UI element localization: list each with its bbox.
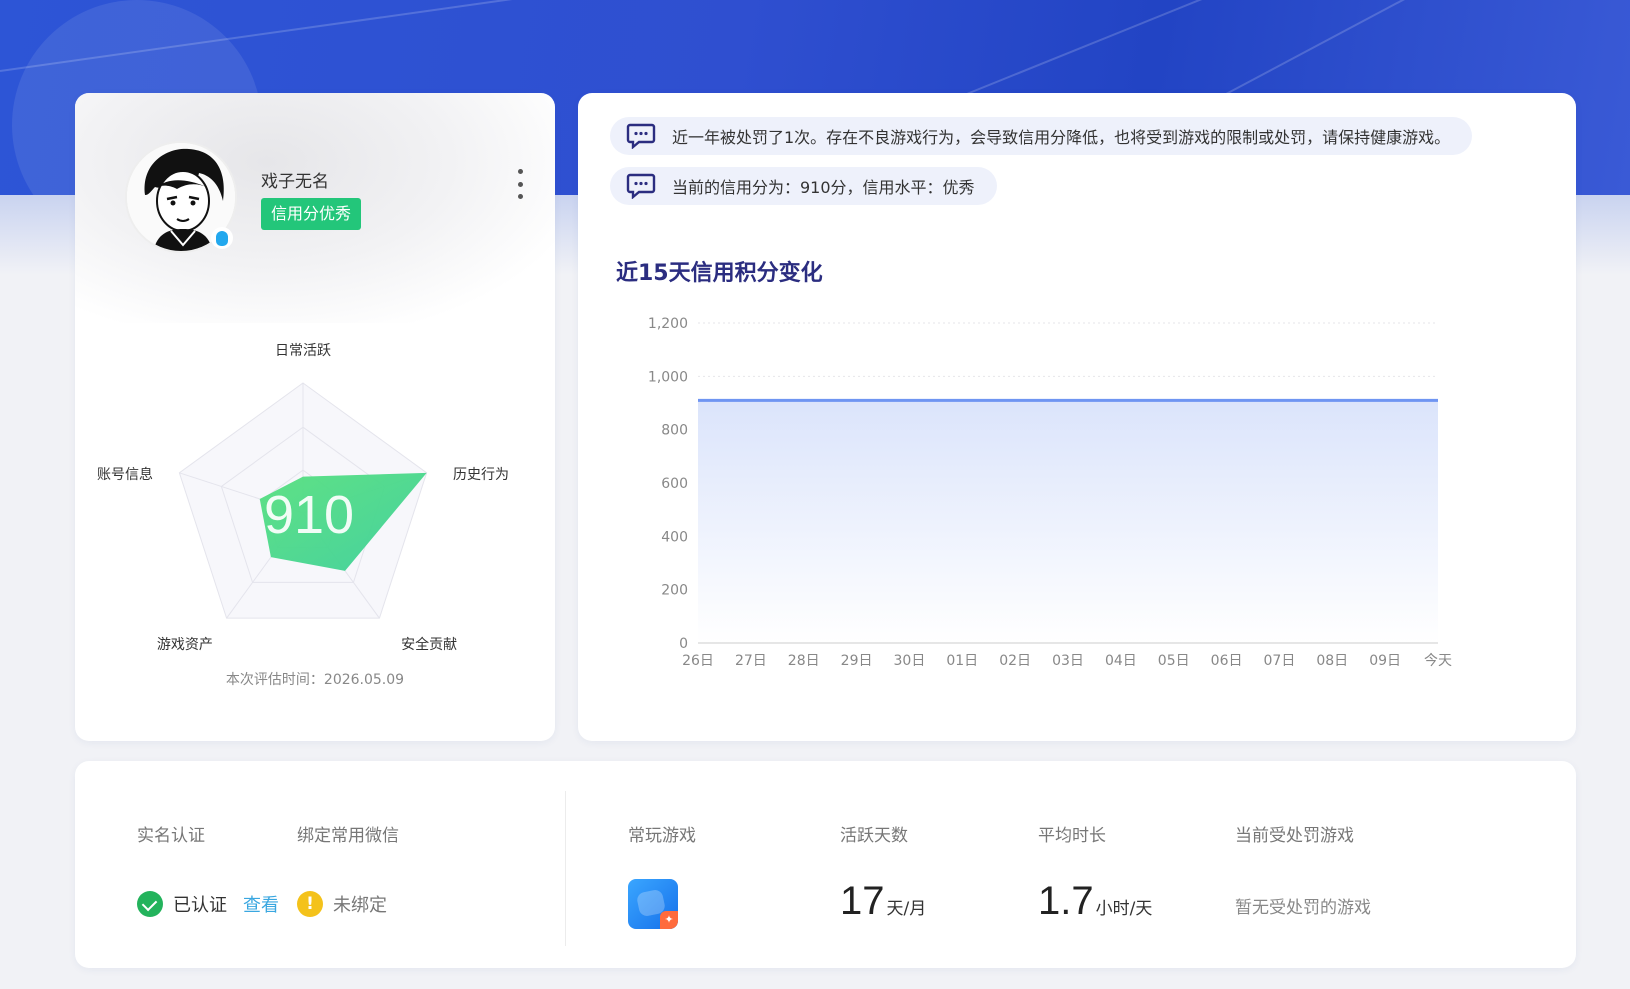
- active-days: 17 天/月: [840, 879, 926, 924]
- active-days-label: 活跃天数: [840, 826, 908, 846]
- credit-level-badge: 信用分优秀: [261, 198, 362, 230]
- area-fill: [698, 400, 1438, 643]
- x-tick-label: 08日: [1316, 653, 1348, 669]
- evaluation-time: 本次评估时间：2026.05.09: [75, 669, 555, 689]
- radar-axis-label: 日常活跃: [275, 343, 331, 359]
- profile-card: 戏子无名 信用分优秀 日常活跃历史行为安全贡献 游戏资产 账号信息 910 本次评估时…: [75, 93, 555, 741]
- account-stats-card: 实名认证 绑定常用微信 已认证 查看 ! 未绑定 常玩游戏 ✦ 活跃天数 17 …: [75, 761, 1576, 968]
- x-tick-label: 27日: [735, 653, 767, 669]
- real-name-label: 实名认证: [137, 826, 205, 846]
- punishment-notice-text: 近一年被处罚了1次。存在不良游戏行为，会导致信用分降低，也将受到游戏的限制或处罚…: [672, 128, 1451, 147]
- frequent-game-label: 常玩游戏: [628, 826, 696, 846]
- active-days-unit: 天/月: [886, 899, 927, 919]
- credit-score-notice: 当前的信用分为：910分，信用水平：优秀: [610, 167, 997, 205]
- avg-duration-value: 1.7: [1038, 879, 1094, 923]
- radar-axis-label: 安全贡献: [401, 636, 457, 653]
- evaluation-time-label: 本次评估时间：: [225, 672, 324, 688]
- wechat-bind-label: 绑定常用微信: [297, 826, 399, 846]
- x-tick-label: 28日: [788, 653, 820, 669]
- x-tick-label: 03日: [1052, 653, 1084, 669]
- credit-score-notice-text: 当前的信用分为：910分，信用水平：优秀: [672, 178, 975, 197]
- check-circle-icon: [137, 891, 163, 917]
- avg-duration-unit: 小时/天: [1095, 899, 1153, 919]
- frequent-game-icon[interactable]: ✦: [628, 879, 678, 929]
- avg-duration: 1.7 小时/天: [1038, 879, 1152, 924]
- y-tick-label: 1,000: [648, 369, 688, 385]
- y-tick-label: 1,200: [648, 316, 688, 332]
- y-tick-label: 200: [661, 583, 688, 599]
- username: 戏子无名: [261, 172, 329, 192]
- x-tick-label: 26日: [682, 653, 714, 669]
- punished-games-value: 暂无受处罚的游戏: [1235, 898, 1371, 918]
- real-name-status: 已认证: [173, 895, 227, 916]
- qq-icon: [211, 227, 233, 249]
- credit-trend-chart: 0 200 400 600 800 1,000 1,200 26日 27日 28日 29日 30日 01…: [648, 316, 1452, 669]
- credit-radar-chart: 日常活跃历史行为安全贡献 游戏资产 账号信息 910: [97, 343, 509, 653]
- x-tick-label: 30日: [894, 653, 926, 669]
- x-tick-label: 05日: [1158, 653, 1190, 669]
- wechat-status: 未绑定: [333, 895, 387, 916]
- radar-axis-label: 历史行为: [453, 467, 509, 483]
- x-tick-label: 09日: [1369, 653, 1401, 669]
- y-tick-label: 400: [661, 529, 688, 545]
- x-tick-label: 04日: [1105, 653, 1137, 669]
- y-tick-label: 0: [679, 636, 688, 652]
- x-tick-label: 02日: [999, 653, 1031, 669]
- radar-axis-label: 账号信息: [97, 466, 153, 483]
- avg-duration-label: 平均时长: [1038, 826, 1106, 846]
- evaluation-time-value: 2026.05.09: [323, 672, 405, 688]
- radar-axis-label: 游戏资产: [157, 637, 213, 653]
- divider: [565, 791, 566, 946]
- y-tick-label: 800: [661, 423, 688, 439]
- x-tick-label: 今天: [1424, 653, 1452, 669]
- active-days-value: 17: [840, 879, 885, 923]
- message-icon: [626, 123, 656, 149]
- more-options-icon[interactable]: [515, 169, 525, 199]
- real-name-status-row: 已认证 查看: [137, 891, 279, 917]
- wechat-status-row: ! 未绑定: [297, 891, 387, 917]
- x-tick-label: 07日: [1264, 653, 1296, 669]
- credit-score-number: 910: [264, 485, 354, 545]
- credit-trend-card: 近一年被处罚了1次。存在不良游戏行为，会导致信用分降低，也将受到游戏的限制或处罚…: [578, 93, 1576, 741]
- warning-icon: !: [297, 891, 323, 917]
- view-real-name-link[interactable]: 查看: [243, 891, 279, 917]
- chart-title: 近15天信用积分变化: [616, 261, 823, 286]
- y-tick-label: 600: [661, 476, 688, 492]
- x-tick-label: 06日: [1211, 653, 1243, 669]
- punished-games-label: 当前受处罚游戏: [1235, 826, 1354, 846]
- x-tick-label: 29日: [841, 653, 873, 669]
- x-tick-label: 01日: [946, 653, 978, 669]
- message-icon: [626, 173, 656, 199]
- punishment-notice: 近一年被处罚了1次。存在不良游戏行为，会导致信用分降低，也将受到游戏的限制或处罚…: [610, 117, 1473, 155]
